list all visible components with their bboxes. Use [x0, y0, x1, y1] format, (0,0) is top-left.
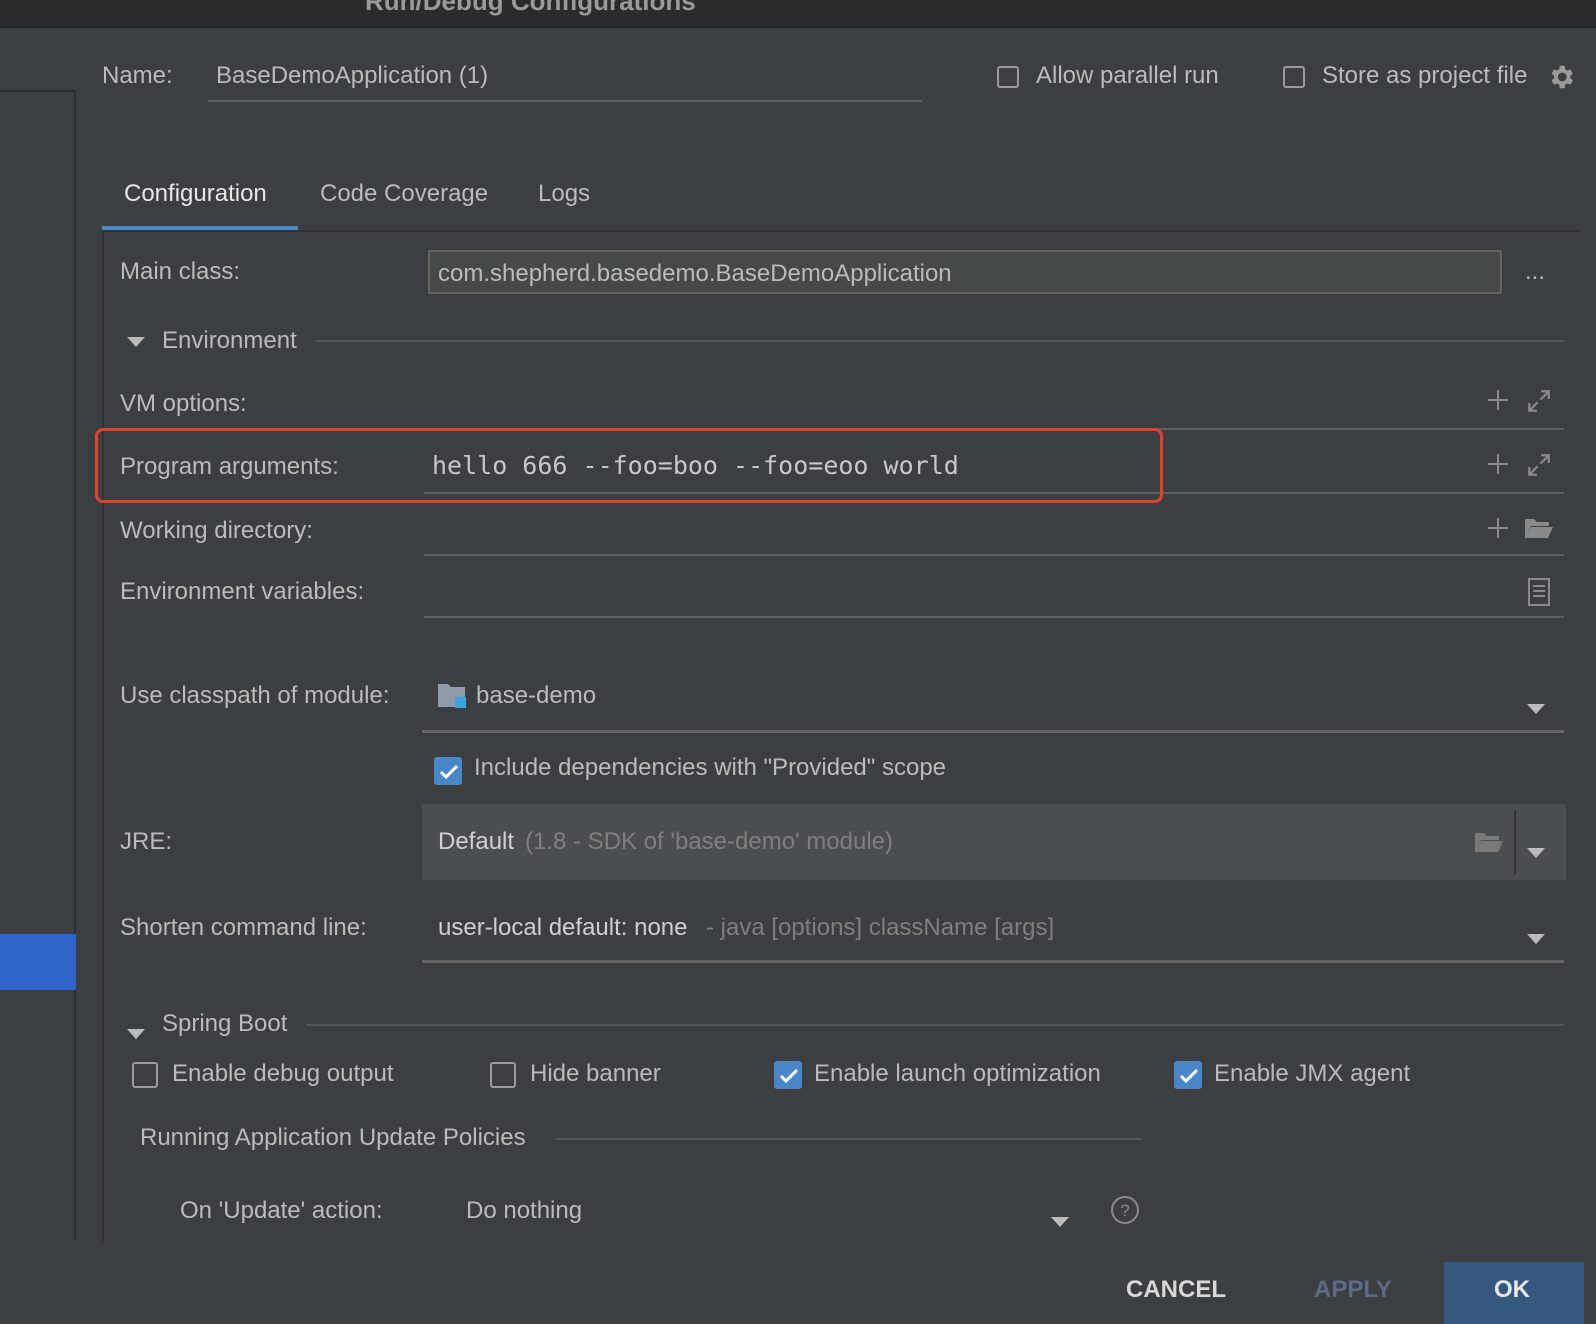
- jre-label: JRE:: [120, 828, 173, 855]
- collapse-arrow-icon[interactable]: [126, 1018, 146, 1046]
- environment-section-label: Environment: [162, 327, 297, 354]
- name-label: Name:: [102, 62, 173, 89]
- window-title-bar: Run/Debug Configurations: [0, 0, 1596, 28]
- on-update-action-label: On 'Update' action:: [180, 1197, 383, 1224]
- shorten-command-line-underline: [422, 960, 1564, 963]
- working-directory-underline: [424, 554, 1564, 556]
- classpath-module-value[interactable]: base-demo: [476, 682, 596, 710]
- name-input-underline: [208, 100, 922, 102]
- include-provided-label: Include dependencies with "Provided" sco…: [474, 754, 947, 781]
- plus-icon[interactable]: [1486, 388, 1510, 417]
- store-as-project-file-label: Store as project file: [1322, 62, 1528, 89]
- spring-boot-separator: [306, 1024, 1564, 1026]
- classpath-module-label: Use classpath of module:: [120, 682, 390, 709]
- gear-icon[interactable]: [1546, 62, 1576, 97]
- hide-banner-label: Hide banner: [530, 1060, 661, 1087]
- chevron-down-icon[interactable]: [1526, 922, 1546, 950]
- store-as-project-file-checkbox[interactable]: [1283, 66, 1305, 88]
- environment-variables-underline: [424, 616, 1564, 618]
- help-icon[interactable]: ?: [1110, 1195, 1140, 1230]
- jre-divider: [1514, 810, 1516, 874]
- shorten-command-line-value[interactable]: user-local default: none: [438, 914, 688, 942]
- enable-debug-output-checkbox[interactable]: [132, 1062, 158, 1088]
- include-provided-checkbox[interactable]: [434, 757, 462, 785]
- main-class-value: com.shepherd.basedemo.BaseDemoApplicatio…: [438, 260, 952, 287]
- on-update-action-select[interactable]: Do nothing: [466, 1197, 582, 1225]
- update-policies-label: Running Application Update Policies: [140, 1124, 526, 1151]
- working-directory-label: Working directory:: [120, 517, 313, 544]
- main-class-browse-button[interactable]: ...: [1525, 258, 1545, 286]
- spring-boot-section-label: Spring Boot: [162, 1010, 288, 1037]
- environment-variables-label: Environment variables:: [120, 578, 365, 605]
- shorten-command-line-detail: - java [options] className [args]: [706, 914, 1055, 941]
- chevron-down-icon[interactable]: [1526, 836, 1546, 864]
- allow-parallel-run-checkbox[interactable]: [997, 66, 1019, 88]
- classpath-module-underline: [422, 730, 1564, 733]
- jre-detail: (1.8 - SDK of 'base-demo' module): [525, 828, 893, 855]
- configuration-panel: [102, 230, 1580, 1242]
- folder-icon[interactable]: [1524, 516, 1554, 545]
- svg-text:?: ?: [1120, 1201, 1129, 1220]
- main-class-input[interactable]: com.shepherd.basedemo.BaseDemoApplicatio…: [428, 250, 1502, 294]
- module-folder-icon: [437, 682, 469, 715]
- enable-jmx-agent-label: Enable JMX agent: [1214, 1060, 1411, 1087]
- expand-icon[interactable]: [1526, 388, 1552, 419]
- chevron-down-icon[interactable]: [1526, 692, 1546, 720]
- document-icon[interactable]: [1528, 578, 1550, 611]
- plus-icon[interactable]: [1486, 452, 1510, 481]
- enable-debug-output-label: Enable debug output: [172, 1060, 394, 1087]
- ok-button-label: OK: [1494, 1276, 1530, 1303]
- folder-icon[interactable]: [1474, 830, 1504, 859]
- plus-icon[interactable]: [1486, 516, 1510, 545]
- vm-options-label: VM options:: [120, 390, 247, 417]
- selected-configuration-item[interactable]: [0, 934, 76, 990]
- expand-icon[interactable]: [1526, 452, 1552, 483]
- allow-parallel-run-label: Allow parallel run: [1036, 62, 1219, 89]
- tab-configuration[interactable]: Configuration: [124, 180, 267, 208]
- enable-jmx-agent-checkbox[interactable]: [1174, 1061, 1202, 1089]
- configurations-tree-panel[interactable]: [0, 90, 76, 1240]
- apply-button[interactable]: APPLY: [1314, 1276, 1392, 1304]
- enable-launch-optimization-label: Enable launch optimization: [814, 1060, 1101, 1087]
- highlight-annotation-box: [95, 428, 1163, 503]
- tab-logs[interactable]: Logs: [538, 180, 590, 208]
- environment-separator: [316, 340, 1564, 342]
- jre-value: Default: [438, 828, 515, 855]
- chevron-down-icon[interactable]: [1050, 1205, 1070, 1233]
- update-policies-separator: [556, 1138, 1142, 1140]
- enable-launch-optimization-checkbox[interactable]: [774, 1061, 802, 1089]
- shorten-command-line-label: Shorten command line:: [120, 914, 367, 941]
- main-class-label: Main class:: [120, 258, 241, 285]
- collapse-arrow-icon[interactable]: [126, 334, 146, 352]
- tab-code-coverage[interactable]: Code Coverage: [320, 180, 488, 208]
- name-input[interactable]: BaseDemoApplication (1): [216, 62, 488, 90]
- hide-banner-checkbox[interactable]: [490, 1062, 516, 1088]
- cancel-button[interactable]: CANCEL: [1126, 1276, 1226, 1304]
- window-title: Run/Debug Configurations: [365, 0, 696, 16]
